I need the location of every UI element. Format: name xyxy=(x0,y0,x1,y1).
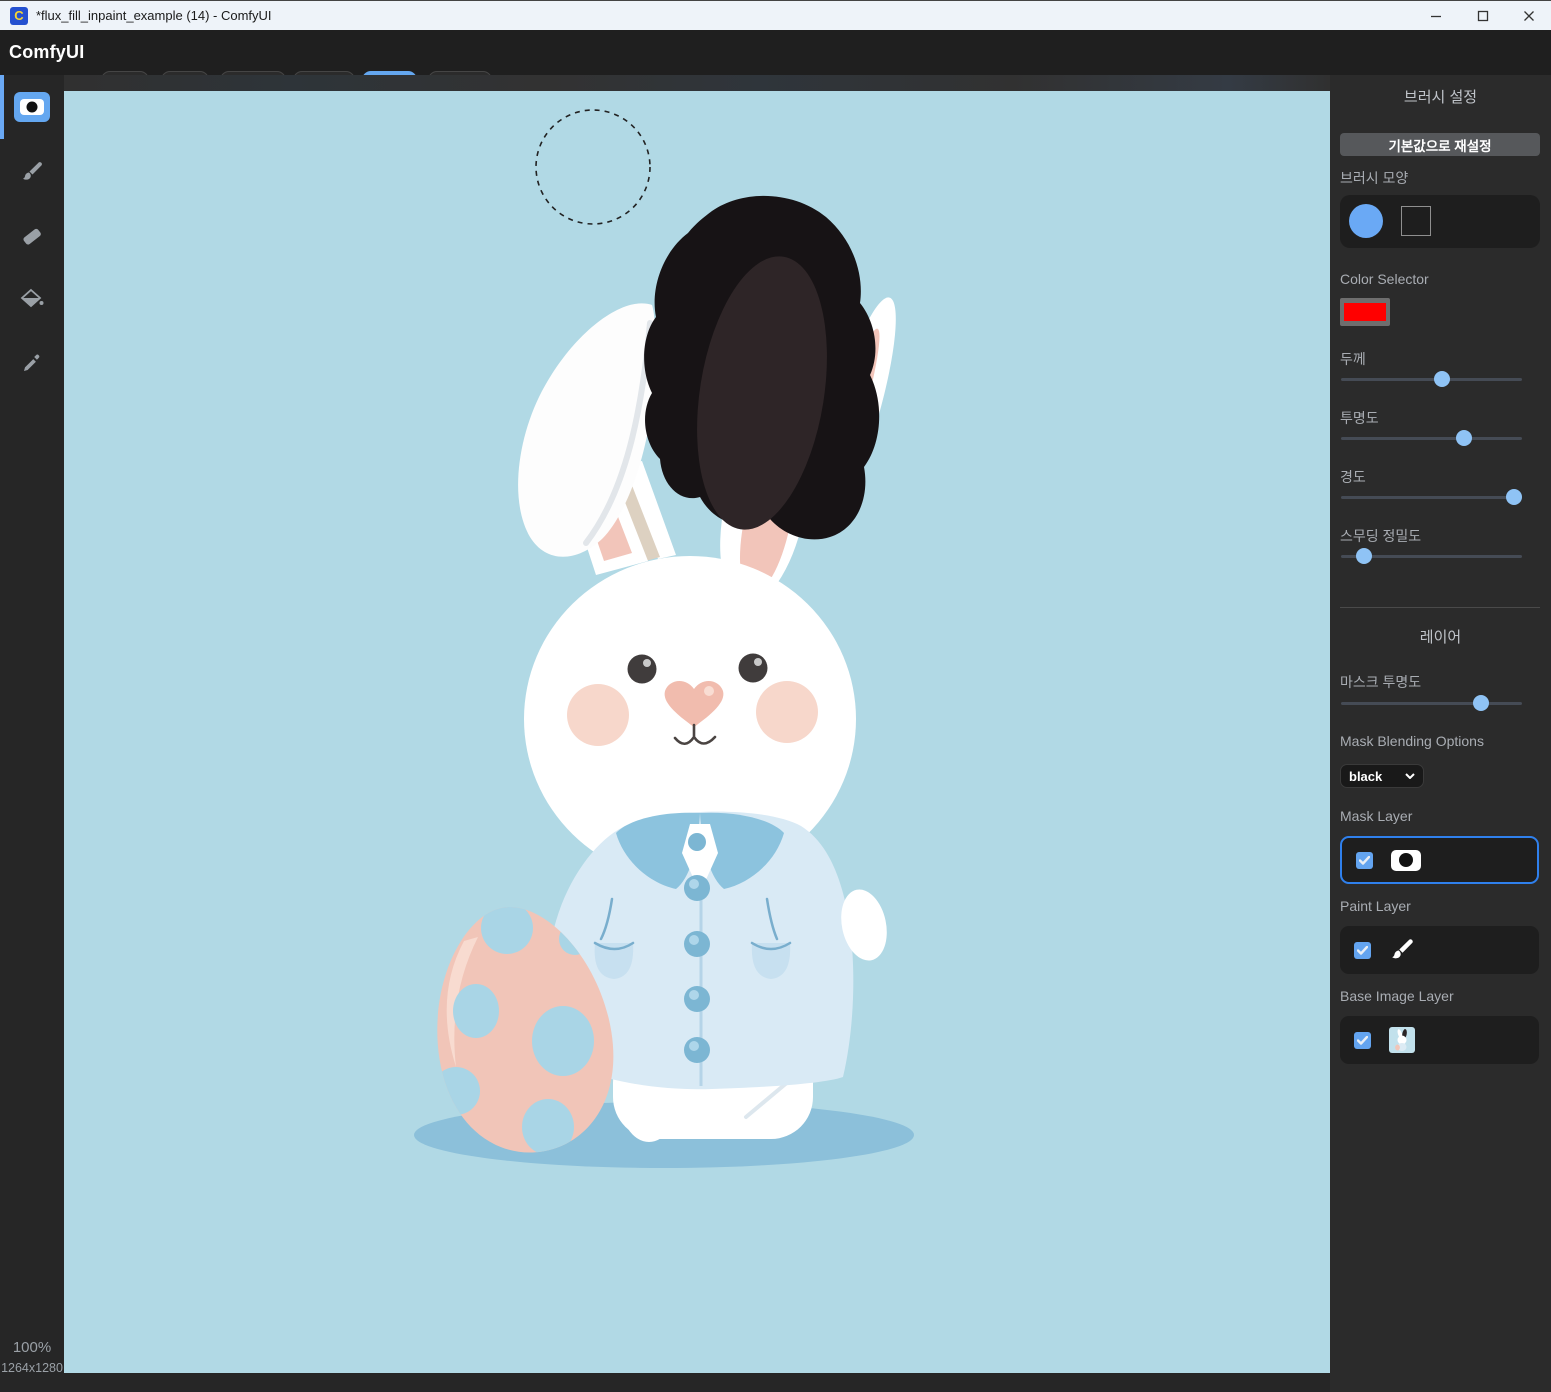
check-icon xyxy=(1357,1036,1368,1045)
close-icon xyxy=(1523,10,1535,22)
brush-shape-circle-option[interactable] xyxy=(1349,204,1383,238)
check-icon xyxy=(1357,946,1368,955)
chevron-down-icon xyxy=(1405,773,1415,779)
mask-blending-dropdown[interactable]: black xyxy=(1340,764,1424,788)
mask-paint-stroke xyxy=(644,196,879,540)
paint-layer-item[interactable] xyxy=(1340,926,1539,974)
hardness-slider[interactable] xyxy=(1340,489,1523,505)
hidden-workflow-strip xyxy=(64,75,1330,91)
thickness-label: 두께 xyxy=(1340,349,1366,369)
canvas-illustration xyxy=(64,91,1330,1373)
paint-layer-icon xyxy=(1389,937,1415,963)
fill-tool-button[interactable] xyxy=(14,284,50,314)
right-cheek xyxy=(756,681,818,743)
eraser-tool-button[interactable] xyxy=(14,221,50,251)
comfyui-logo-icon: C xyxy=(10,7,28,25)
maximize-icon xyxy=(1477,10,1489,22)
close-button[interactable] xyxy=(1506,1,1551,31)
settings-panel: 브러시 설정 기본값으로 재설정 브러시 모양 Color Selector 두… xyxy=(1330,75,1551,1392)
mask-tool-button[interactable] xyxy=(14,92,50,122)
smoothing-slider-thumb[interactable] xyxy=(1356,548,1372,564)
color-selector-label: Color Selector xyxy=(1340,271,1429,287)
minimize-icon xyxy=(1430,10,1442,22)
minimize-button[interactable] xyxy=(1413,1,1458,31)
mask-layer-icon xyxy=(1391,850,1421,871)
tool-sidebar: 100% 1264x1280 xyxy=(0,75,64,1392)
smoothing-slider[interactable] xyxy=(1340,548,1523,564)
top-toolbar: ComfyUI 반전 지우기 저장 취소 xyxy=(0,30,1551,75)
brush-shape-selector xyxy=(1340,195,1540,248)
reset-defaults-button[interactable]: 기본값으로 재설정 xyxy=(1340,133,1540,156)
mask-blending-value: black xyxy=(1349,769,1382,784)
thickness-slider[interactable] xyxy=(1340,371,1523,387)
opacity-slider-thumb[interactable] xyxy=(1456,430,1472,446)
mask-opacity-slider[interactable] xyxy=(1340,695,1523,711)
brush-tool-icon xyxy=(20,160,44,184)
brush-color-value xyxy=(1344,303,1386,321)
hardness-slider-thumb[interactable] xyxy=(1506,489,1522,505)
mask-blending-label: Mask Blending Options xyxy=(1340,733,1484,749)
opacity-slider[interactable] xyxy=(1340,430,1523,446)
base-image-thumbnail xyxy=(1389,1027,1415,1053)
base-image-layer-label: Base Image Layer xyxy=(1340,988,1454,1004)
smoothing-label: 스무딩 정밀도 xyxy=(1340,526,1421,546)
canvas-dimensions: 1264x1280 xyxy=(0,1361,64,1375)
app-window: C *flux_fill_inpaint_example (14) - Comf… xyxy=(0,0,1551,1392)
paint-layer-visibility-checkbox[interactable] xyxy=(1354,942,1371,959)
paint-layer-label: Paint Layer xyxy=(1340,898,1411,914)
layers-title: 레이어 xyxy=(1330,626,1551,647)
active-tool-indicator xyxy=(0,75,4,139)
maximize-button[interactable] xyxy=(1460,1,1505,31)
eyedropper-tool-button[interactable] xyxy=(14,348,50,378)
left-cheek xyxy=(567,684,629,746)
zoom-level: 100% xyxy=(0,1339,64,1356)
mask-layer-item[interactable] xyxy=(1340,836,1539,884)
app-logo-text: ComfyUI xyxy=(9,30,84,75)
mask-opacity-label: 마스크 투명도 xyxy=(1340,672,1421,692)
brush-shape-square-option[interactable] xyxy=(1401,206,1431,236)
canvas-bottom-strip xyxy=(64,1373,1330,1392)
mask-layer-label: Mask Layer xyxy=(1340,808,1412,824)
title-bar: C *flux_fill_inpaint_example (14) - Comf… xyxy=(0,0,1551,30)
thickness-slider-thumb[interactable] xyxy=(1434,371,1450,387)
mask-layer-visibility-checkbox[interactable] xyxy=(1356,852,1373,869)
base-layer-visibility-checkbox[interactable] xyxy=(1354,1032,1371,1049)
check-icon xyxy=(1359,856,1370,865)
brush-tool-button[interactable] xyxy=(14,157,50,187)
mask-opacity-slider-thumb[interactable] xyxy=(1473,695,1489,711)
right-eye xyxy=(739,654,768,683)
paint-bucket-icon xyxy=(19,287,45,311)
base-image-layer-item[interactable] xyxy=(1340,1016,1539,1064)
mask-tool-icon xyxy=(19,97,45,117)
brush-settings-title: 브러시 설정 xyxy=(1330,86,1551,107)
eraser-tool-icon xyxy=(20,224,44,248)
hardness-label: 경도 xyxy=(1340,467,1366,487)
brush-color-swatch[interactable] xyxy=(1340,298,1390,326)
opacity-label: 투명도 xyxy=(1340,408,1379,428)
brush-shape-label: 브러시 모양 xyxy=(1340,168,1408,188)
left-eye xyxy=(628,655,657,684)
window-title: *flux_fill_inpaint_example (14) - ComfyU… xyxy=(36,1,272,31)
eyedropper-icon xyxy=(21,352,43,374)
section-divider xyxy=(1340,607,1540,608)
mask-editor-canvas[interactable] xyxy=(64,91,1330,1373)
